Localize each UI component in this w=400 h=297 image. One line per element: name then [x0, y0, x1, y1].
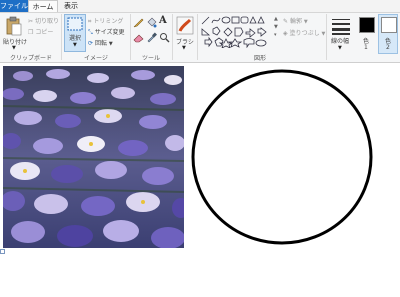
gallery-scroll-icon[interactable]: ▲ ▼ ▾	[274, 15, 278, 39]
crop-icon: ⌗	[88, 18, 92, 25]
size-label: 線の幅	[331, 38, 350, 45]
chevron-down-icon: ▼	[338, 45, 342, 51]
color-picker-tool[interactable]	[146, 32, 157, 43]
copy-label: コピー	[35, 29, 54, 36]
shapes-gallery[interactable]: ▲ ▼ ▾	[200, 15, 278, 49]
chevron-down-icon: ▼	[182, 45, 186, 51]
resize-icon: ⤡	[88, 29, 93, 36]
ribbon-tab-bar: ファイル ホーム 表示	[0, 0, 400, 12]
select-button[interactable]: 選択 ▼	[64, 14, 86, 52]
rotate-icon: ⟳	[88, 40, 94, 47]
color2-swatch	[381, 17, 397, 33]
copy-button[interactable]: ❐ コピー	[28, 27, 53, 36]
group-label-shapes: 図形	[253, 55, 266, 62]
magnifier-tool[interactable]	[159, 32, 170, 43]
tab-file[interactable]: ファイル	[0, 0, 28, 12]
divider	[172, 14, 173, 60]
scissors-icon: ✂	[28, 18, 34, 25]
rotate-button[interactable]: ⟳ 回転 ▼	[88, 38, 113, 47]
paint-bucket-icon	[147, 17, 157, 28]
crop-button[interactable]: ⌗ トリミング	[88, 16, 123, 26]
fill-tool[interactable]	[146, 17, 157, 28]
magnifier-icon	[160, 33, 170, 43]
divider	[197, 14, 198, 60]
pasted-flower-photo[interactable]	[3, 66, 184, 248]
color2-number: 2	[386, 44, 390, 51]
fill-icon: ◈	[283, 30, 288, 37]
color1-button[interactable]: 色 1	[356, 14, 376, 54]
rotate-label: 回転	[94, 40, 107, 47]
color1-number: 1	[364, 44, 368, 51]
chevron-down-icon: ▼	[108, 41, 113, 47]
eraser-tool[interactable]	[133, 32, 144, 43]
resize-label: サイズ変更	[94, 29, 125, 36]
outline-icon: ✎	[283, 18, 289, 25]
select-label: 選択	[69, 35, 82, 42]
brush-icon	[176, 16, 194, 35]
clipboard-icon	[6, 16, 22, 36]
cut-label: 切り取り	[34, 18, 59, 25]
text-icon: A	[159, 15, 167, 26]
tab-home[interactable]: ホーム	[28, 0, 58, 12]
fill-label: 塗りつぶし	[289, 30, 320, 37]
text-tool[interactable]: A	[159, 15, 170, 28]
line-width-icon	[332, 19, 350, 35]
shapes-icon	[201, 16, 267, 49]
pencil-icon	[133, 18, 144, 28]
pencil-tool[interactable]	[133, 17, 144, 28]
size-button[interactable]: 線の幅 ▼	[330, 15, 352, 53]
eyedropper-icon	[147, 32, 157, 43]
chevron-down-icon: ▼	[303, 19, 308, 25]
tab-view[interactable]: 表示	[60, 0, 82, 12]
chevron-down-icon: ▼	[73, 42, 77, 48]
drawn-circle[interactable]	[190, 66, 374, 246]
paste-button[interactable]: 貼り付け ▼	[2, 14, 27, 52]
color1-swatch	[359, 17, 375, 33]
canvas-resize-handle[interactable]	[0, 249, 5, 254]
eraser-icon	[133, 34, 144, 43]
color2-button[interactable]: 色 2	[378, 14, 398, 54]
group-label-clipboard: クリップボード	[9, 55, 52, 62]
group-label-image: イメージ	[84, 55, 108, 62]
outline-label: 輪郭	[289, 18, 302, 25]
cut-button[interactable]: ✂ 切り取り	[28, 16, 59, 25]
chevron-down-icon: ▼	[321, 31, 326, 37]
brushes-button[interactable]: ブラシ ▼	[174, 14, 196, 54]
outline-button[interactable]: ✎ 輪郭 ▼	[283, 16, 308, 25]
fill-button[interactable]: ◈ 塗りつぶし ▼	[283, 28, 325, 37]
resize-button[interactable]: ⤡ サイズ変更	[88, 27, 125, 37]
chevron-down-icon: ▼	[12, 45, 16, 51]
crop-label: トリミング	[93, 18, 124, 25]
select-rectangle-icon	[67, 17, 83, 31]
divider	[326, 14, 327, 60]
copy-icon: ❐	[28, 29, 34, 36]
group-label-tools: ツール	[141, 55, 160, 62]
